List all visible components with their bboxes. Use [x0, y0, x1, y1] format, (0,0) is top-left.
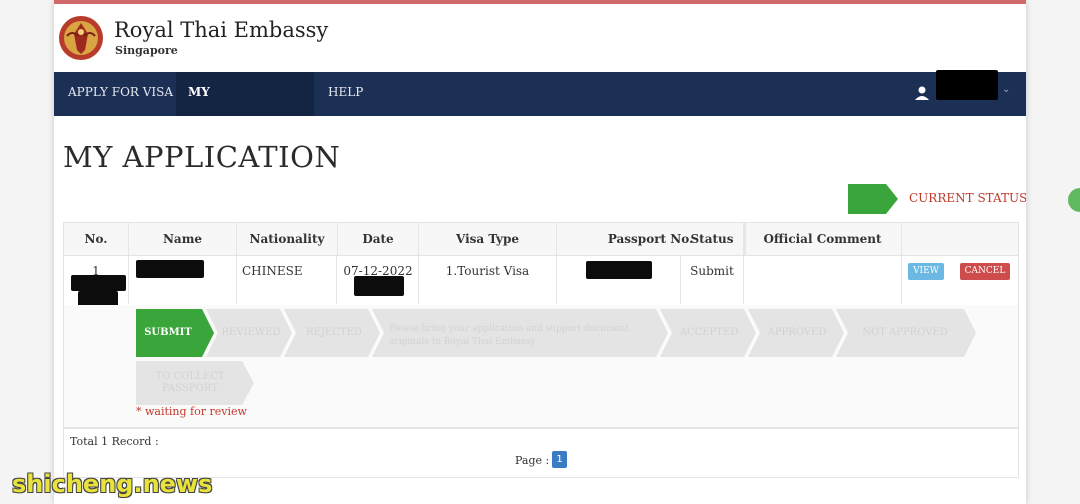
- applications-table: No. Name Nationality Date Visa Type Pass…: [63, 222, 1019, 428]
- site-title: Royal Thai Embassy: [114, 18, 329, 42]
- nav-apply-for-visa[interactable]: APPLY FOR VISA: [56, 72, 185, 116]
- site-header: Royal Thai Embassy Singapore: [54, 4, 1026, 72]
- redacted-name: [136, 260, 204, 278]
- cell-official-comment: [744, 256, 902, 304]
- user-icon[interactable]: [914, 85, 930, 101]
- table-header-row: No. Name Nationality Date Visa Type Pass…: [64, 223, 1018, 256]
- site-subtitle: Singapore: [115, 44, 178, 57]
- step-rejected: REJECTED: [306, 327, 362, 338]
- cell-status: Submit: [681, 256, 744, 304]
- pagination-label: Page :: [515, 454, 550, 467]
- step-to-collect-passport: TO COLLECT PASSPORT: [155, 371, 225, 394]
- pagination-page-button[interactable]: 1: [552, 451, 567, 468]
- page-title: MY APPLICATION: [63, 140, 341, 174]
- total-records: Total 1 Record :: [70, 435, 159, 448]
- redacted-username[interactable]: [936, 70, 998, 100]
- watermark-text: shicheng.news: [12, 470, 213, 498]
- status-progress-panel: SUBMIT REVIEWED REJECTED Please bring yo…: [64, 305, 1018, 427]
- col-header-name: Name: [129, 223, 237, 255]
- redacted-cell: [71, 275, 126, 291]
- col-header-no: No.: [64, 223, 129, 255]
- step-reviewed: REVIEWED: [221, 327, 281, 338]
- col-header-visa-type: Visa Type: [419, 223, 557, 255]
- cell-nationality: CHINESE: [237, 256, 337, 304]
- step-not-approved: NOT APPROVED: [862, 327, 948, 338]
- step-accepted: ACCEPTED: [679, 327, 739, 338]
- col-header-nationality: Nationality: [237, 223, 338, 255]
- col-header-official-comment: Official Comment: [744, 223, 902, 255]
- view-button[interactable]: VIEW: [908, 263, 944, 280]
- floating-side-button[interactable]: [1068, 188, 1080, 212]
- browser-page: Royal Thai Embassy Singapore APPLY FOR V…: [54, 0, 1026, 504]
- nav-my-application[interactable]: MY APPLICATION: [176, 72, 314, 139]
- current-status-legend-arrow: [848, 184, 898, 214]
- cell-visa-type: 1.Tourist Visa: [419, 256, 557, 304]
- cancel-button[interactable]: CANCEL: [960, 263, 1010, 280]
- step-bring-documents: Please bring your application and suppor…: [389, 324, 630, 347]
- redacted-passport-no: [586, 261, 652, 279]
- redacted-cell: [354, 276, 404, 296]
- step-submit: SUBMIT: [144, 327, 192, 338]
- col-header-actions: [902, 223, 1018, 255]
- step-approved: APPROVED: [767, 327, 827, 338]
- col-header-date: Date: [338, 223, 419, 255]
- col-header-status: Status: [681, 223, 744, 255]
- nav-help[interactable]: HELP: [316, 72, 375, 116]
- embassy-crest-icon: [59, 16, 103, 60]
- chevron-down-icon[interactable]: ⌄: [1002, 84, 1010, 95]
- status-note: * waiting for review: [136, 405, 247, 418]
- current-status-legend-label: CURRENT STATUS: [909, 191, 1026, 205]
- main-navbar: APPLY FOR VISA MY APPLICATION HELP: [54, 72, 1026, 139]
